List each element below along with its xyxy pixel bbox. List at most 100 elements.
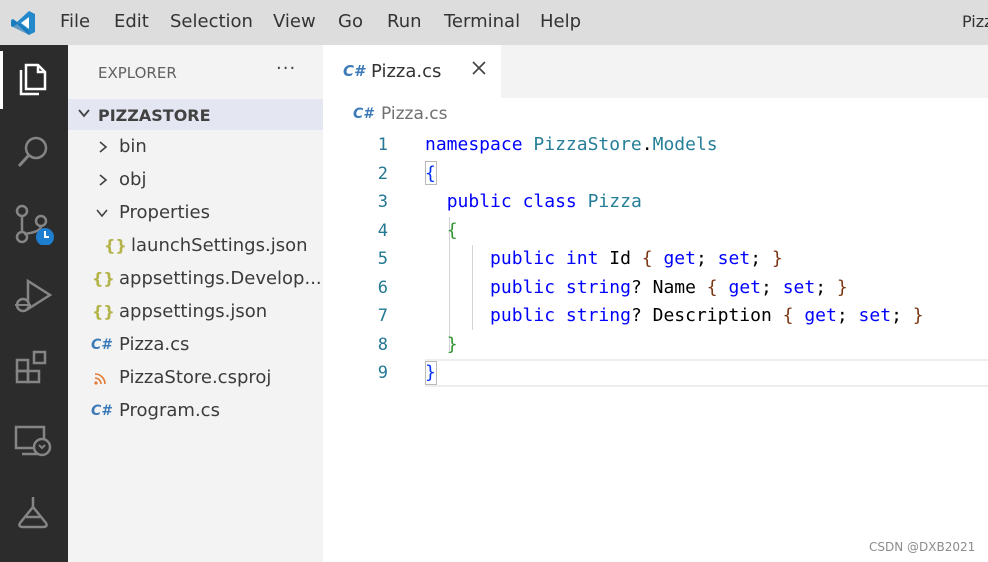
tree-item-pizza-cs[interactable]: C# Pizza.cs (68, 329, 323, 362)
run-debug-icon[interactable] (12, 275, 54, 317)
explorer-sidebar: EXPLORER ··· PIZZASTORE bin obj Properti… (68, 45, 323, 562)
vscode-logo-icon[interactable] (10, 10, 36, 36)
menu-run[interactable]: Run (387, 11, 422, 32)
line-number: 8 (377, 335, 388, 355)
code-line-7: public string? Description { get; set; } (425, 305, 924, 326)
semicolon: ; (695, 248, 707, 269)
code-line-1: namespace PizzaStore.Models (425, 134, 718, 155)
brace: { (425, 163, 436, 184)
keyword: get (663, 248, 696, 269)
tree-item-label: PizzaStore.csproj (119, 367, 272, 388)
close-icon[interactable] (471, 60, 487, 76)
project-name: PIZZASTORE (98, 106, 211, 125)
tree-item-appsettings-dev[interactable]: {} appsettings.Develop... (68, 263, 323, 296)
extensions-icon[interactable] (12, 347, 54, 389)
project-section-header[interactable]: PIZZASTORE (68, 99, 323, 130)
tree-item-label: Program.cs (119, 400, 220, 421)
explorer-icon[interactable] (12, 57, 54, 99)
namespace-name: PizzaStore (533, 134, 642, 155)
code-line-9: } (425, 362, 436, 383)
search-icon[interactable] (12, 131, 54, 173)
activity-bar (0, 45, 68, 562)
brace: } (771, 248, 783, 269)
remote-explorer-icon[interactable] (12, 419, 54, 461)
menu-help[interactable]: Help (540, 11, 581, 32)
keyword: string (565, 277, 631, 298)
line-number: 9 (377, 363, 388, 383)
tree-item-label: launchSettings.json (131, 235, 308, 256)
tree-item-label: obj (119, 169, 147, 190)
active-indicator (0, 51, 3, 109)
current-line-highlight (425, 359, 988, 387)
tree-item-appsettings[interactable]: {} appsettings.json (68, 296, 323, 329)
tree-item-csproj[interactable]: PizzaStore.csproj (68, 362, 323, 395)
tree-item-label: appsettings.json (119, 301, 268, 322)
tab-pizza-cs[interactable]: C# Pizza.cs (323, 45, 501, 98)
property-name: ? Description (630, 305, 783, 326)
semicolon: ; (836, 305, 848, 326)
breadcrumb-file: Pizza.cs (381, 104, 448, 124)
tab-label: Pizza.cs (371, 61, 442, 82)
brace: } (446, 334, 458, 355)
brace: { (446, 220, 458, 241)
keyword: int (565, 248, 599, 269)
window-title: Pizz (962, 12, 988, 31)
keyword: get (728, 277, 761, 298)
tree-item-properties[interactable]: Properties (68, 197, 323, 230)
semicolon: ; (891, 305, 902, 326)
keyword: set (782, 277, 816, 298)
keyword: public (490, 277, 556, 298)
menu-terminal[interactable]: Terminal (444, 11, 520, 32)
line-number: 6 (377, 278, 388, 298)
json-file-icon: {} (92, 269, 115, 288)
keyword: string (565, 305, 631, 326)
menu-edit[interactable]: Edit (114, 11, 149, 32)
line-number: 4 (377, 221, 388, 241)
json-file-icon: {} (92, 302, 115, 321)
line-number: 3 (377, 192, 388, 212)
tree-item-program-cs[interactable]: C# Program.cs (68, 395, 323, 428)
code-editor[interactable]: 1 2 3 4 5 6 7 8 9 namespace PizzaStore.M… (323, 131, 988, 562)
keyword: public (446, 191, 512, 212)
json-file-icon: {} (104, 236, 127, 255)
code-line-6: public string? Name { get; set; } (425, 277, 848, 298)
line-number: 5 (377, 249, 388, 269)
rss-file-icon (94, 373, 106, 385)
csharp-file-icon: C# (91, 403, 112, 419)
keyword: set (858, 305, 892, 326)
tree-item-bin[interactable]: bin (68, 131, 323, 164)
semicolon: ; (815, 277, 827, 298)
semicolon: ; (761, 277, 772, 298)
dot: . (641, 134, 653, 155)
csharp-file-icon: C# (343, 62, 365, 80)
menu-file[interactable]: File (60, 11, 90, 32)
testing-icon[interactable] (12, 491, 54, 533)
property-name: ? Name (630, 277, 707, 298)
keyword: set (717, 248, 751, 269)
tree-item-launchsettings[interactable]: {} launchSettings.json (68, 230, 323, 263)
tree-item-label: Properties (119, 202, 210, 223)
line-number: 7 (377, 306, 388, 326)
brace: { (641, 248, 653, 269)
editor-tab-bar: C# Pizza.cs (323, 45, 988, 98)
tree-item-label: bin (119, 136, 147, 157)
line-number: 2 (377, 164, 388, 184)
line-number: 1 (377, 135, 388, 155)
class-name: Pizza (587, 191, 642, 212)
semicolon: ; (750, 248, 762, 269)
menu-selection[interactable]: Selection (170, 11, 253, 32)
property-name: Id (598, 248, 642, 269)
brace: { (706, 277, 718, 298)
namespace-name: Models (652, 134, 718, 155)
chevron-right-icon (99, 174, 108, 186)
more-actions-icon[interactable]: ··· (276, 58, 296, 79)
menu-view[interactable]: View (273, 11, 316, 32)
watermark: CSDN @DXB2021 (869, 540, 976, 554)
chevron-right-icon (99, 141, 108, 153)
source-control-icon[interactable] (12, 203, 54, 245)
code-line-4: { (425, 220, 458, 241)
menu-go[interactable]: Go (338, 11, 363, 32)
code-line-5: public int Id { get; set; } (425, 248, 783, 269)
tree-item-obj[interactable]: obj (68, 164, 323, 197)
keyword: class (522, 191, 577, 212)
